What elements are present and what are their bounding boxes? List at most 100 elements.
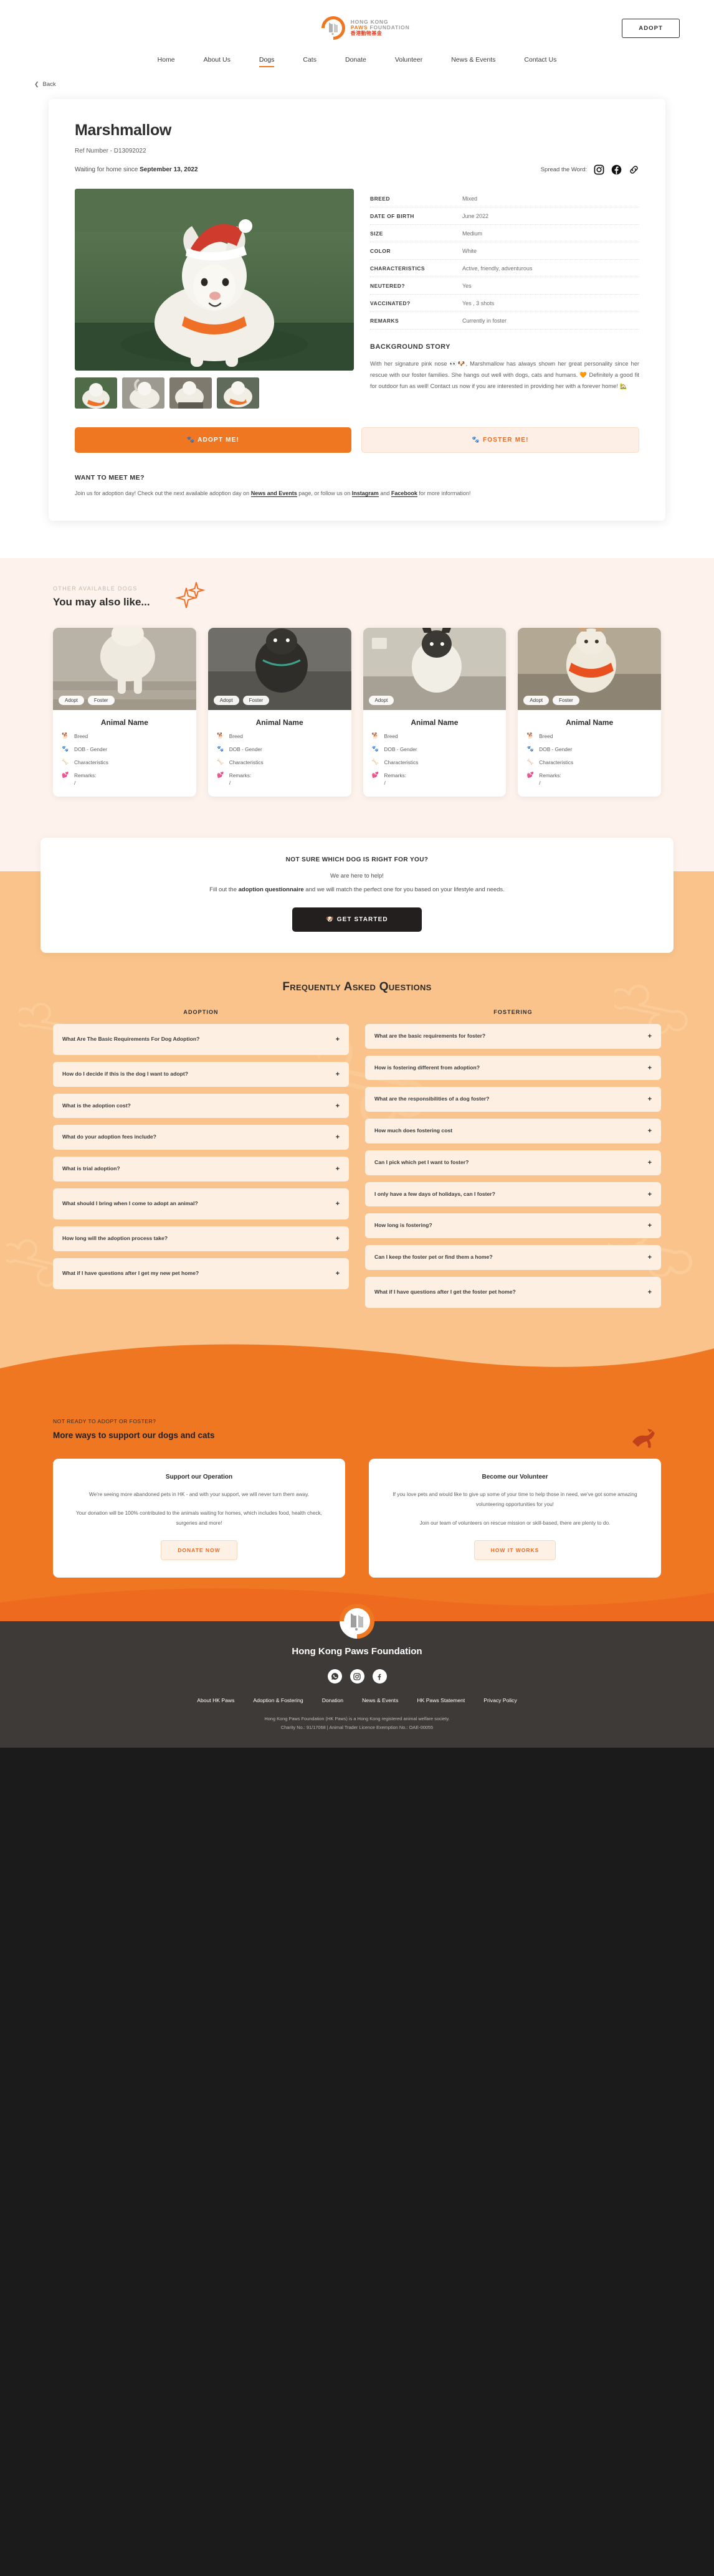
- faq-item[interactable]: What should I bring when I come to adopt…: [53, 1188, 349, 1219]
- card-characteristics: Characteristics: [539, 759, 574, 765]
- dog-cat-silhouette-icon: [328, 22, 338, 36]
- footer-link-statement[interactable]: HK Paws Statement: [417, 1697, 465, 1703]
- card-line-dob: 🐾 DOB - Gender: [526, 746, 652, 753]
- attribute-row: REMARKS Currently in foster: [370, 312, 639, 329]
- bone-icon: 🦴: [62, 758, 69, 765]
- attribute-value: June 2022: [462, 213, 489, 219]
- faq-item[interactable]: How long is fostering? +: [365, 1213, 661, 1239]
- instagram-icon[interactable]: [350, 1669, 364, 1684]
- attribute-value: Yes: [462, 283, 472, 289]
- foster-pill[interactable]: Foster: [242, 695, 270, 705]
- whatsapp-icon[interactable]: [327, 1669, 342, 1684]
- sparkle-icon: [174, 582, 206, 612]
- footer-link-about[interactable]: About HK Paws: [197, 1697, 234, 1703]
- card-line-characteristics: 🦴 Characteristics: [217, 759, 343, 766]
- adopt-pill[interactable]: Adopt: [523, 695, 550, 705]
- foster-pill[interactable]: Foster: [553, 695, 579, 705]
- nav-item-cats[interactable]: Cats: [303, 56, 317, 66]
- instagram-icon[interactable]: [594, 164, 604, 175]
- faq-item[interactable]: What is the adoption cost? +: [53, 1093, 349, 1119]
- foster-pill[interactable]: Foster: [87, 695, 115, 705]
- footer-legal: Hong Kong Paws Foundation (HK Paws) is a…: [0, 1715, 714, 1731]
- plus-icon: +: [335, 1070, 340, 1078]
- thumbnail-1[interactable]: [75, 377, 117, 409]
- dog-hero-photo[interactable]: [75, 189, 354, 371]
- support-card-paragraph-2: Join our team of volunteers on rescue mi…: [419, 1520, 611, 1527]
- footer-logo-icon: [332, 1596, 382, 1647]
- faq-item[interactable]: What do your adoption fees include? +: [53, 1125, 349, 1150]
- card-line-characteristics: 🦴 Characteristics: [526, 759, 652, 766]
- thumbnail-2[interactable]: [122, 377, 164, 409]
- attribute-row: VACCINATED? Yes , 3 shots: [370, 295, 639, 312]
- link-icon[interactable]: [629, 164, 639, 175]
- nav-item-about-us[interactable]: About Us: [204, 56, 231, 66]
- faq-item[interactable]: What are the responsibilities of a dog f…: [365, 1087, 661, 1112]
- paw-icon: 🐾: [371, 745, 379, 752]
- logo-line-2: PAWS FOUNDATION: [351, 25, 410, 31]
- adopt-pill[interactable]: Adopt: [59, 695, 84, 705]
- faq-item[interactable]: How do I decide if this is the dog I wan…: [53, 1061, 349, 1087]
- site-logo[interactable]: HONG KONG PAWS FOUNDATION 香港動物基金: [316, 11, 410, 45]
- adopt-me-button[interactable]: 🐾 ADOPT ME!: [75, 427, 351, 453]
- faq-item[interactable]: What if I have questions after I get my …: [53, 1257, 349, 1289]
- foster-me-button[interactable]: 🐾 FOSTER ME!: [361, 427, 639, 453]
- dog-card[interactable]: Adopt Foster Animal Name 🐕 Breed 🐾 DOB - G…: [207, 627, 351, 797]
- faq-item[interactable]: What Are The Basic Requirements For Dog …: [53, 1023, 349, 1055]
- faq-column-heading: FOSTERING: [493, 1008, 533, 1015]
- get-started-button[interactable]: 🐶 GET STARTED: [292, 907, 422, 932]
- dog-card[interactable]: Adopt Foster Animal Name 🐕 Breed 🐾 DOB - G…: [518, 627, 661, 797]
- card-remarks-label: Remarks:: [229, 772, 252, 779]
- thumbnail-3[interactable]: [169, 377, 212, 409]
- adoption-questionnaire-link[interactable]: adoption questionnaire: [239, 886, 304, 893]
- facebook-icon[interactable]: [611, 164, 622, 175]
- nav-item-home[interactable]: Home: [158, 56, 175, 66]
- card-line-breed: 🐕 Breed: [526, 732, 652, 740]
- instagram-link[interactable]: Instagram: [351, 490, 379, 497]
- facebook-icon[interactable]: [372, 1669, 387, 1684]
- card-remarks-label: Remarks:: [384, 772, 407, 779]
- nav-item-contact-us[interactable]: Contact Us: [524, 56, 556, 66]
- footer-link-privacy[interactable]: Privacy Policy: [483, 1697, 516, 1703]
- header-adopt-button[interactable]: ADOPT: [622, 18, 680, 38]
- nav-item-news-events[interactable]: News & Events: [451, 56, 495, 66]
- donate-now-button[interactable]: DONATE NOW: [161, 1540, 237, 1561]
- other-dogs-grid: Adopt Foster Animal Name 🐕 Breed 🐾 DOB - G…: [53, 627, 661, 797]
- adopt-pill[interactable]: Adopt: [368, 695, 394, 705]
- footer-link-news-events[interactable]: News & Events: [362, 1697, 398, 1703]
- faq-item[interactable]: How is fostering different from adoption…: [365, 1055, 661, 1081]
- back-label: Back: [42, 81, 56, 88]
- faq-bottom-curve: [0, 1335, 714, 1396]
- dog-card[interactable]: Adopt Animal Name 🐕 Breed 🐾 DOB - Gender 🦴…: [363, 627, 507, 797]
- faq-question: What do your adoption fees include?: [62, 1134, 156, 1140]
- thumbnail-4[interactable]: [217, 377, 259, 409]
- dog-card-body: Animal Name 🐕 Breed 🐾 DOB - Gender 🦴 Charac…: [518, 710, 661, 797]
- meet-text-2: page, or follow us on: [297, 490, 352, 496]
- faq-item[interactable]: What is trial adoption? +: [53, 1157, 349, 1181]
- footer-link-donation[interactable]: Donation: [322, 1697, 343, 1703]
- support-card-heading: Become our Volunteer: [482, 1473, 548, 1480]
- adopt-pill[interactable]: Adopt: [213, 695, 239, 705]
- faq-item[interactable]: Can I keep the foster pet or find them a…: [365, 1245, 661, 1270]
- nav-item-dogs[interactable]: Dogs: [259, 56, 274, 67]
- faq-question: How much does fostering cost: [374, 1127, 453, 1134]
- faq-item[interactable]: Can I pick which pet I want to foster? +: [365, 1150, 661, 1175]
- faq-item[interactable]: How much does fostering cost +: [365, 1119, 661, 1144]
- dog-card[interactable]: Adopt Foster Animal Name 🐕 Breed 🐾 DOB - G…: [53, 627, 196, 797]
- facebook-link[interactable]: Facebook: [391, 490, 417, 497]
- footer-link-adoption-fostering[interactable]: Adoption & Fostering: [253, 1697, 303, 1703]
- faq-question: What is trial adoption?: [62, 1165, 120, 1172]
- back-link[interactable]: ❮ Back: [0, 76, 714, 99]
- faq-item[interactable]: How long will the adoption process take?…: [53, 1226, 349, 1251]
- faq-item[interactable]: I only have a few days of holidays, can …: [365, 1181, 661, 1207]
- nav-item-volunteer[interactable]: Volunteer: [395, 56, 422, 66]
- paws-logo-icon: [316, 11, 350, 45]
- attribute-key: REMARKS: [370, 318, 399, 324]
- dog-card-image: Adopt Foster: [207, 627, 351, 710]
- attribute-row: SIZE Medium: [370, 225, 639, 242]
- nav-item-donate[interactable]: Donate: [345, 56, 366, 66]
- news-events-link[interactable]: News and Events: [250, 490, 297, 497]
- how-it-works-button[interactable]: HOW IT WORKS: [474, 1540, 556, 1561]
- faq-item[interactable]: What are the basic requirements for fost…: [365, 1023, 661, 1049]
- faq-item[interactable]: What if I have questions after I get the…: [365, 1276, 661, 1308]
- profile-body: BREED Mixed DATE OF BIRTH June 2022 SIZE Me…: [75, 189, 639, 409]
